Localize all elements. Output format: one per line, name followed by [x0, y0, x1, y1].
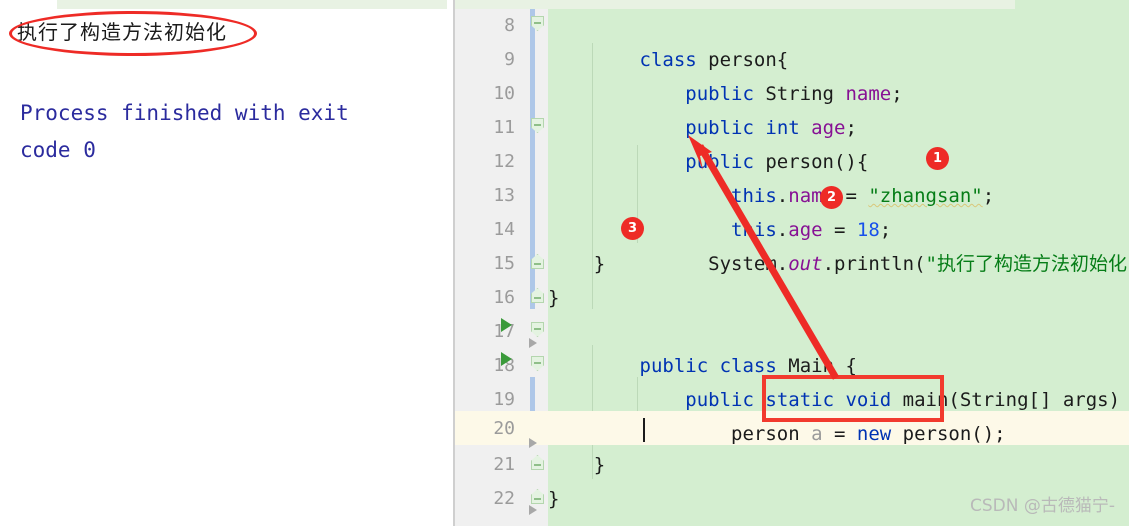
collapse-triangle-icon-1[interactable] [529, 338, 537, 348]
line-number: 12 [493, 151, 515, 172]
editor-line-10[interactable]: 10 public int age; [455, 77, 1129, 139]
editor-line-16[interactable]: 16 } [455, 281, 1129, 315]
editor-top-highlight-strip [455, 0, 1015, 9]
run-arrow-icon-line18[interactable] [501, 352, 512, 366]
line-code[interactable]: } [548, 482, 559, 516]
line-number: 11 [493, 117, 515, 138]
editor-line-14[interactable]: 14 System.out.println("执行了构造方法初始化"); [455, 213, 1129, 275]
editor-line-21[interactable]: 21 } [455, 448, 1129, 482]
line-code[interactable]: } [548, 448, 605, 482]
console-top-strip [57, 0, 447, 9]
editor-line-9[interactable]: 9 public String name; [455, 43, 1129, 105]
line-code[interactable]: } [548, 247, 605, 281]
console-exit-message-line2: code 0 [20, 138, 96, 162]
collapse-triangle-icon-3[interactable] [529, 505, 537, 515]
line-code[interactable]: public String name; [548, 43, 902, 105]
line-code[interactable]: public class Main { [548, 315, 857, 377]
editor-line-12[interactable]: 12 this.name = "zhangsan"; [455, 145, 1129, 207]
console-output-panel[interactable]: 执行了构造方法初始化 Process finished with exit co… [0, 0, 455, 526]
console-exit-message-line1: Process finished with exit [20, 101, 349, 125]
line-number: 16 [493, 287, 515, 308]
run-arrow-icon-line17[interactable] [501, 318, 512, 332]
red-box-annotation-icon [762, 375, 944, 422]
line-number: 22 [493, 488, 515, 509]
screenshot-root: 执行了构造方法初始化 Process finished with exit co… [0, 0, 1129, 526]
editor-line-8[interactable]: 8 class person{ [455, 9, 1129, 71]
collapse-triangle-icon-2[interactable] [529, 438, 537, 448]
line-code[interactable]: } [548, 281, 559, 315]
line-number: 9 [504, 49, 515, 70]
line-code[interactable]: class person{ [548, 9, 789, 71]
text-caret [643, 418, 645, 442]
line-code[interactable]: public int age; [548, 77, 857, 139]
badge-3: 3 [621, 217, 644, 240]
ellipse-annotation-icon [9, 11, 257, 56]
line-number: 10 [493, 83, 515, 104]
line-number: 14 [493, 219, 515, 240]
line-number: 20 [493, 418, 515, 439]
code-editor[interactable]: 8 class person{ 9 public String name; 10… [455, 0, 1129, 526]
badge-1: 1 [926, 147, 949, 170]
csdn-watermark: CSDN @古德猫宁- [969, 496, 1115, 516]
badge-2: 2 [820, 186, 843, 209]
line-number: 21 [493, 454, 515, 475]
line-code[interactable]: public person(){ [548, 111, 868, 173]
editor-line-15[interactable]: 15 } [455, 247, 1129, 281]
editor-line-17[interactable]: 17 public class Main { [455, 315, 1129, 377]
line-number: 15 [493, 253, 515, 274]
line-number: 8 [504, 15, 515, 36]
editor-line-13[interactable]: 13 this.age = 18; [455, 179, 1129, 241]
line-number: 13 [493, 185, 515, 206]
editor-line-11[interactable]: 11 public person(){ [455, 111, 1129, 173]
